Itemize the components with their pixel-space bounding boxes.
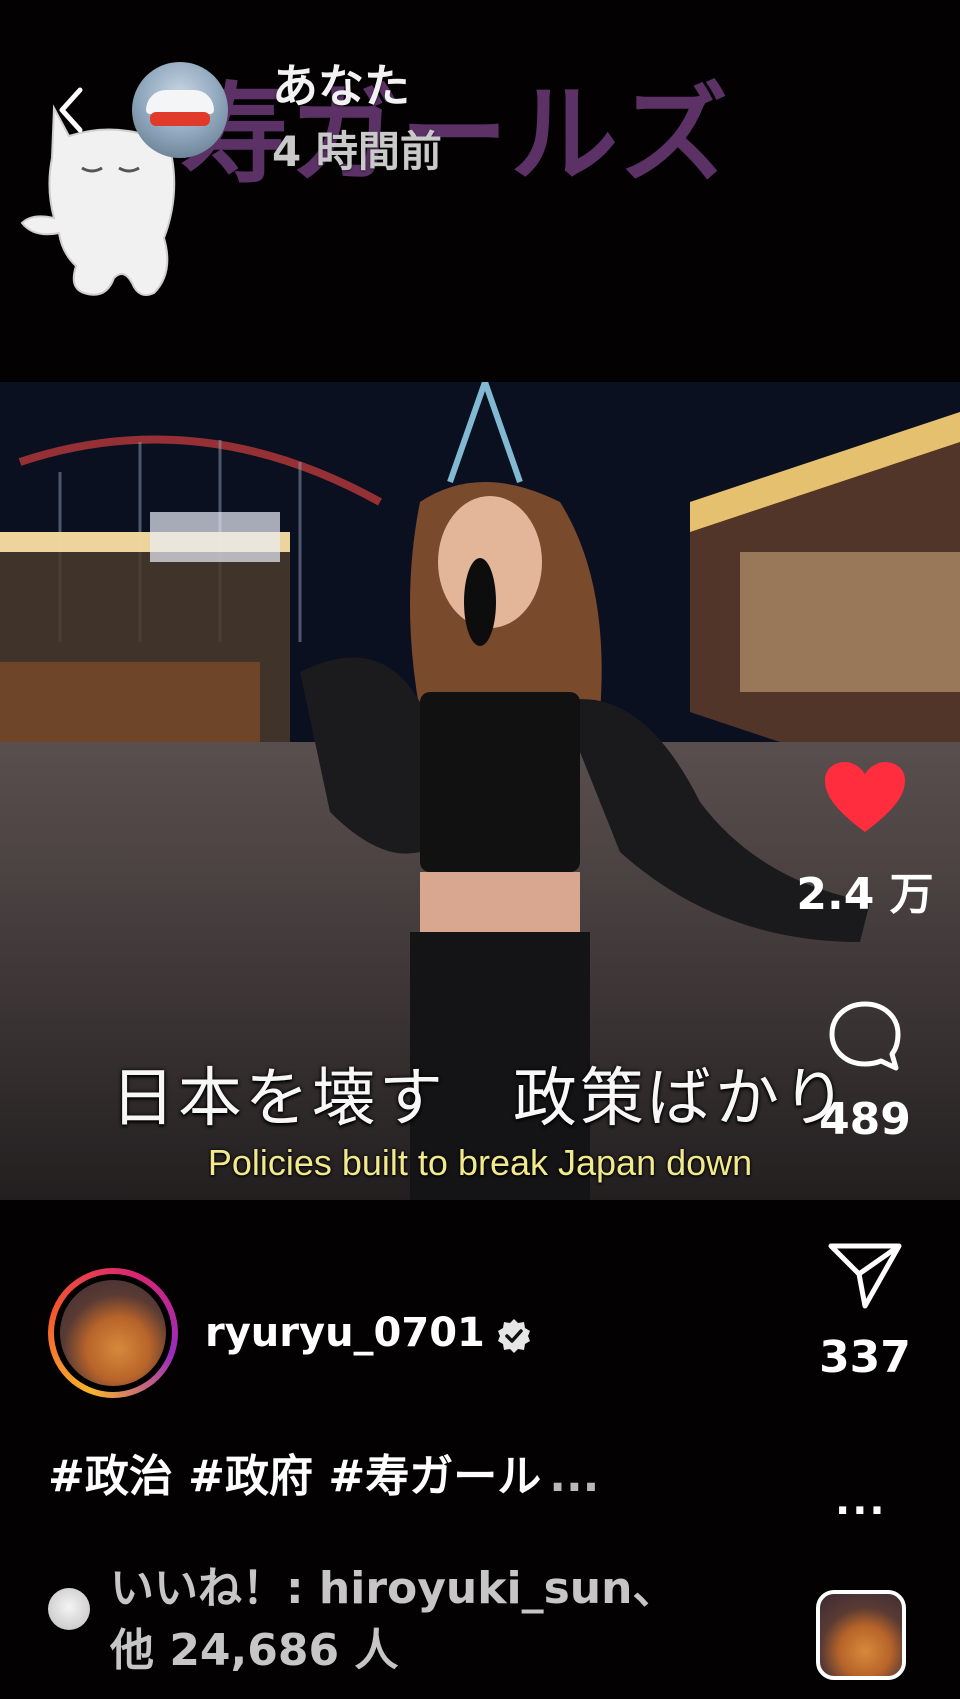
share-button[interactable]: 337 [780,1240,950,1383]
liked-by-others-count[interactable]: 他 24,686 人 [110,1614,398,1678]
comment-button[interactable]: 489 [780,1000,950,1145]
header-username[interactable]: あなた [272,50,410,116]
like-count: 2.4 万 [796,869,934,920]
caption-hashtags[interactable]: #政治 #政府 #寿ガール [48,1451,541,1502]
heart-icon [825,762,905,832]
viewer-avatar[interactable] [132,62,228,158]
more-options-button[interactable]: ... [835,1478,887,1524]
background-title-graphic: 寿ガールズ [180,73,731,198]
verified-badge-icon [498,1319,530,1353]
audio-thumbnail[interactable] [816,1590,906,1680]
author-username[interactable]: ryuryu_0701 [205,1310,485,1356]
share-count: 337 [819,1332,911,1383]
header-timestamp: 4 時間前 [272,127,442,176]
paper-plane-icon [828,1243,902,1309]
like-button[interactable]: 2.4 万 [780,760,950,922]
author-avatar-image [60,1280,166,1386]
avatar-cap [146,90,214,114]
comment-count: 489 [819,1094,911,1145]
author-avatar[interactable] [48,1268,178,1398]
caption[interactable]: #政治 #政府 #寿ガール... [48,1440,599,1504]
subtitle-english: Policies built to break Japan down [207,1142,753,1183]
comment-icon [829,1001,901,1071]
caption-more[interactable]: ... [549,1451,599,1502]
liker-avatar [48,1588,90,1630]
avatar-sunglasses [150,112,210,126]
liked-by-text[interactable]: いいね！: hiroyuki_sun、 [110,1552,676,1616]
back-button[interactable] [50,80,90,140]
reel-viewer: 寿ガールズ あなた 4 時間前 日本を壊す 政策ばかり Policies bui… [0,0,960,1699]
chevron-left-icon [59,87,83,133]
